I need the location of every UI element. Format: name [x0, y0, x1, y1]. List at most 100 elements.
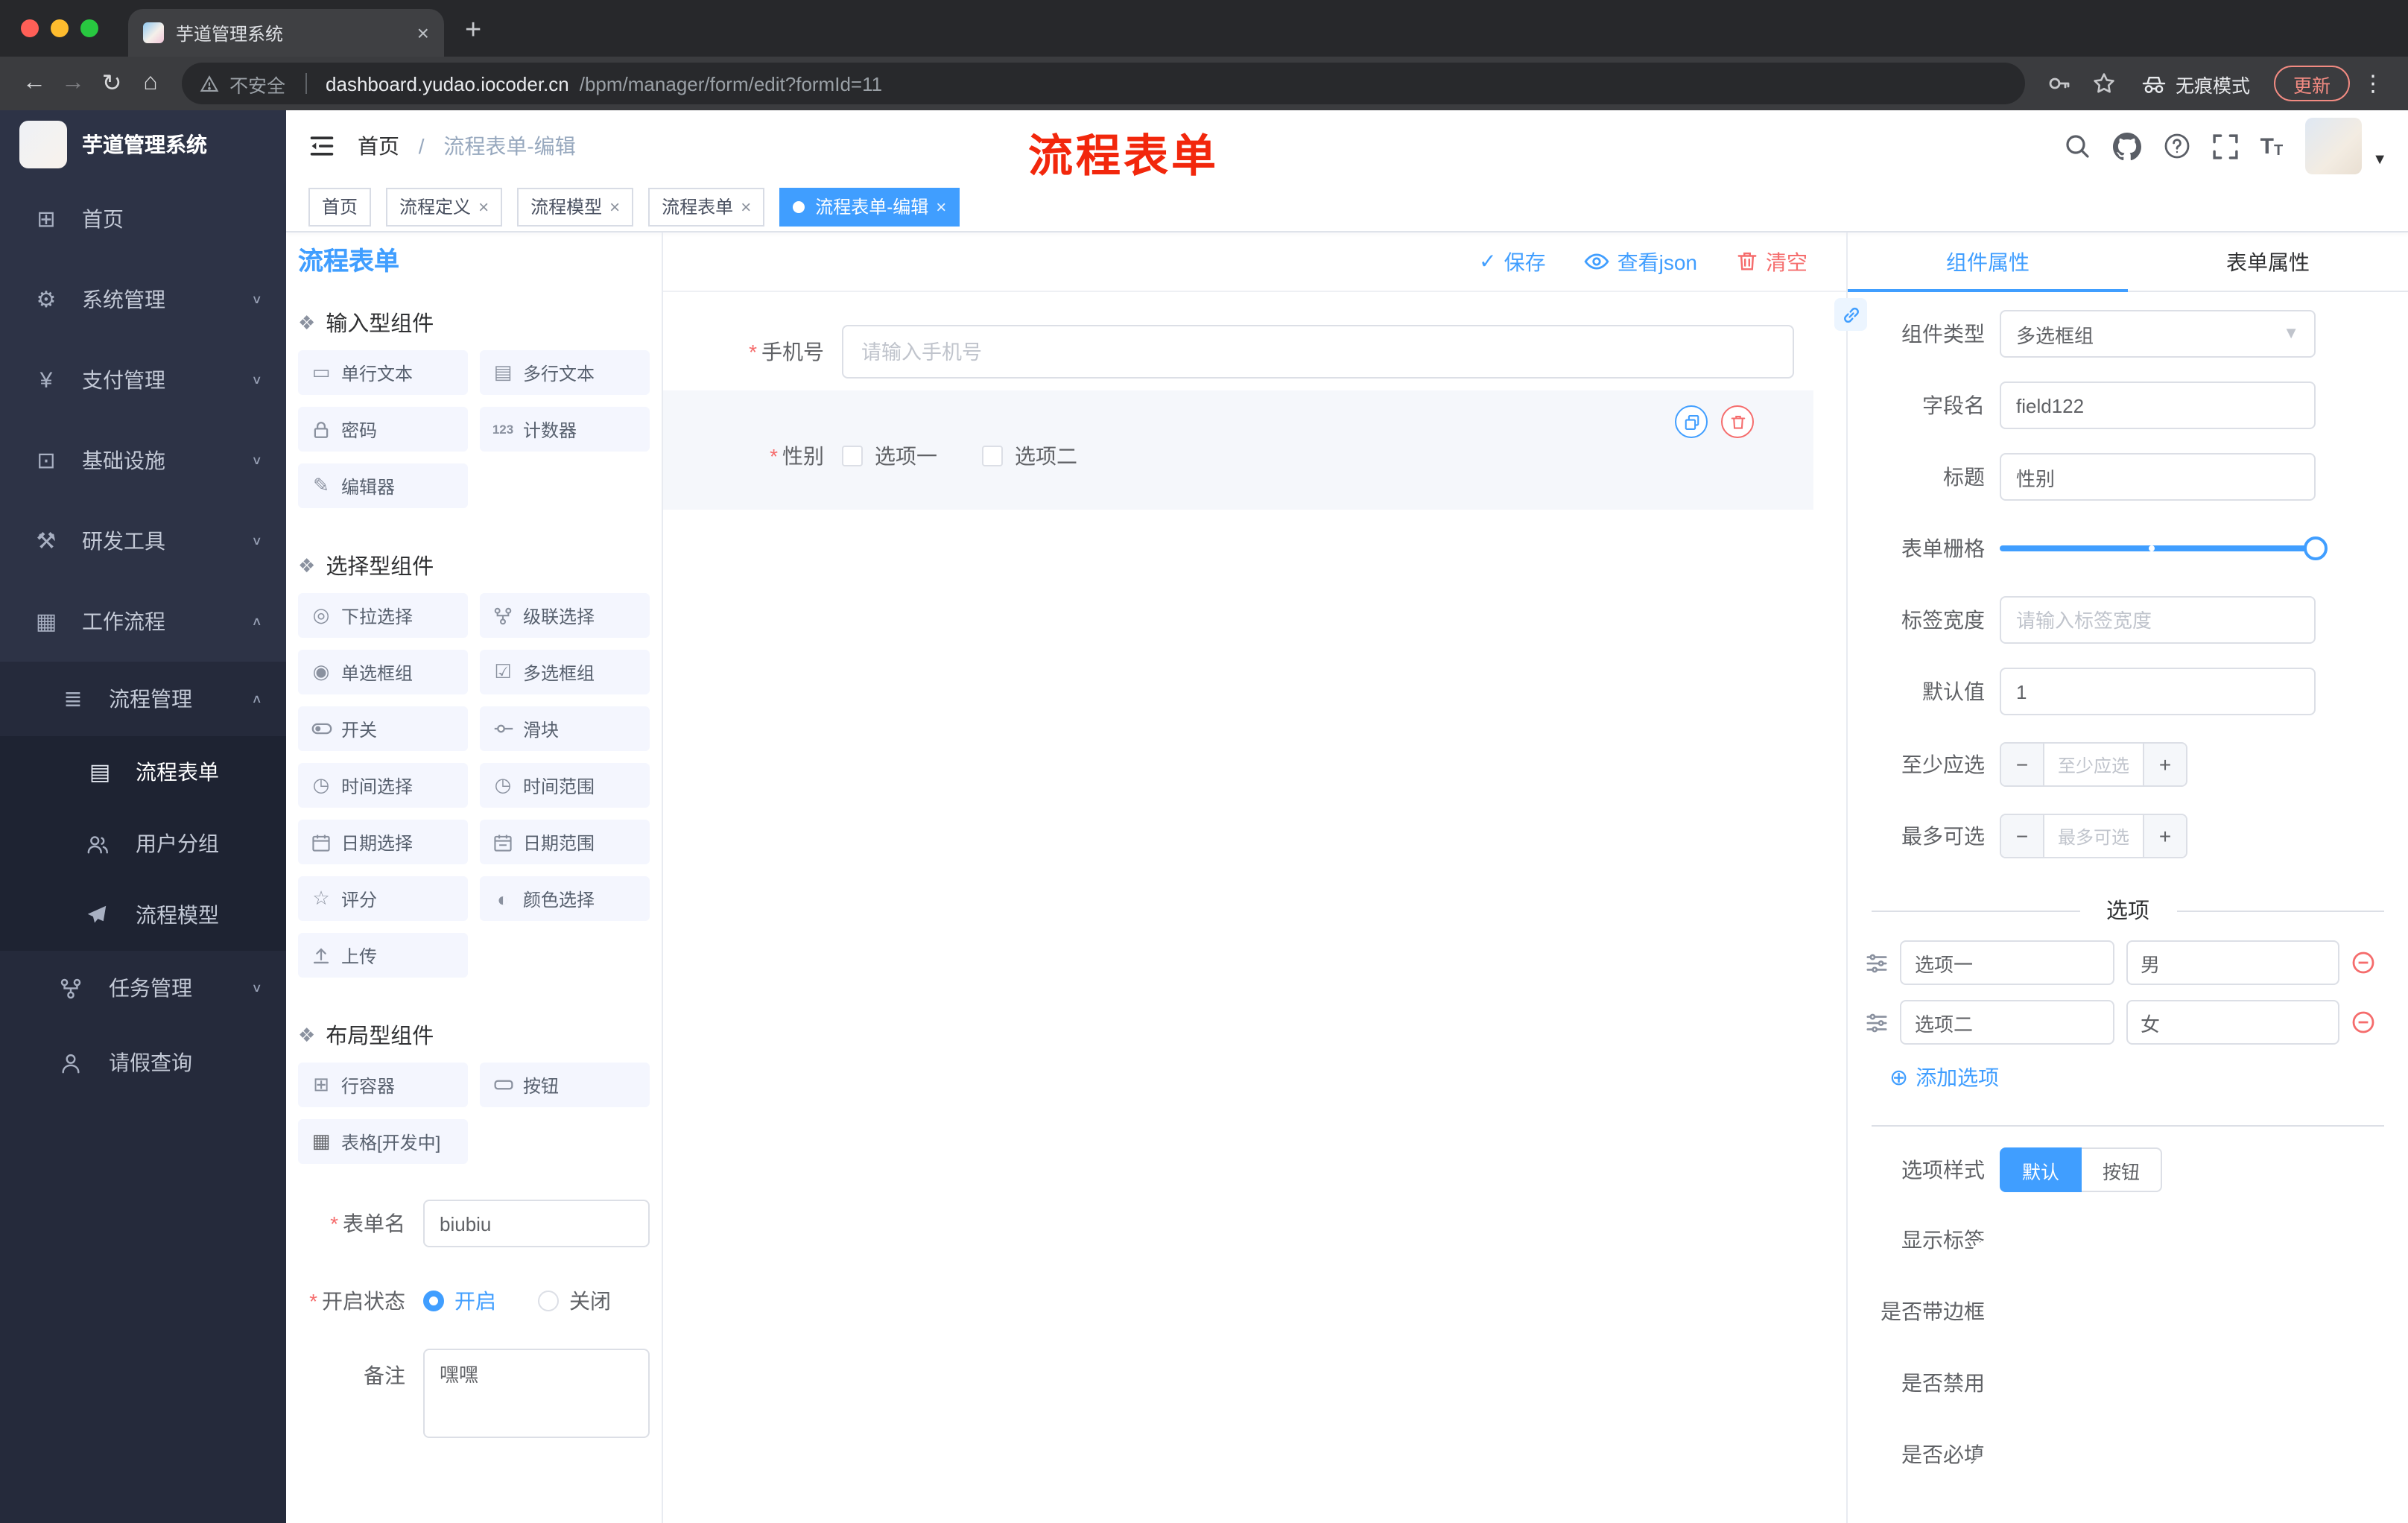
sidebar-item-task-mgmt[interactable]: 任务管理 ∨: [0, 951, 286, 1025]
remove-option-button[interactable]: [2351, 1010, 2375, 1034]
palette-item-multi-line-text[interactable]: ▤ 多行文本: [480, 350, 650, 395]
palette-item-date-range[interactable]: 日期范围: [480, 820, 650, 864]
sidebar-item-process-mgmt[interactable]: ≣ 流程管理 ∧: [0, 662, 286, 736]
sidebar-item-home[interactable]: ⊞ 首页: [0, 179, 286, 259]
clear-button[interactable]: 清空: [1736, 247, 1807, 276]
palette-item-switch[interactable]: 开关: [298, 706, 468, 751]
option-label-input[interactable]: [1900, 1000, 2114, 1045]
browser-tab[interactable]: 芋道管理系统 ×: [128, 9, 444, 57]
status-radio-on[interactable]: 开启: [423, 1286, 496, 1316]
palette-item-radio-group[interactable]: ◉ 单选框组: [298, 650, 468, 694]
palette-item-upload[interactable]: 上传: [298, 933, 468, 978]
slider-handle[interactable]: [2304, 536, 2328, 560]
save-button[interactable]: ✓ 保存: [1479, 247, 1545, 276]
minus-button[interactable]: −: [2001, 744, 2043, 785]
sidebar-logo[interactable]: 芋道管理系统: [0, 110, 286, 179]
tag-process-model[interactable]: 流程模型 ×: [517, 187, 634, 226]
gender-checkbox-option2[interactable]: 选项二: [982, 441, 1077, 471]
sidebar-item-process-form[interactable]: ▤ 流程表单: [0, 736, 286, 808]
tab-component-props[interactable]: 组件属性: [1848, 232, 2128, 291]
tab-form-props[interactable]: 表单属性: [2128, 232, 2408, 291]
palette-item-counter[interactable]: 123 计数器: [480, 407, 650, 452]
form-name-input[interactable]: [423, 1200, 650, 1247]
plus-button[interactable]: +: [2144, 815, 2186, 857]
style-default-button[interactable]: 默认: [2000, 1147, 2082, 1192]
plus-button[interactable]: +: [2144, 744, 2186, 785]
phone-input[interactable]: [842, 325, 1794, 379]
sidebar-item-infra[interactable]: ⊡ 基础设施 ∨: [0, 420, 286, 501]
tag-process-form[interactable]: 流程表单 ×: [648, 187, 765, 226]
canvas-field-phone[interactable]: * 手机号: [663, 325, 1794, 379]
max-select-value[interactable]: 最多可选: [2043, 815, 2144, 857]
sidebar-item-user-group[interactable]: 用户分组: [0, 808, 286, 879]
password-key-icon[interactable]: [2047, 72, 2071, 95]
link-icon[interactable]: [1834, 298, 1867, 331]
sidebar-item-workflow[interactable]: ▦ 工作流程 ∧: [0, 581, 286, 662]
add-option-button[interactable]: ⊕ 添加选项: [1889, 1063, 2408, 1092]
status-radio-off[interactable]: 关闭: [538, 1286, 611, 1316]
delete-component-button[interactable]: [1721, 405, 1754, 438]
style-button-button[interactable]: 按钮: [2082, 1147, 2163, 1192]
option-value-input[interactable]: [2126, 940, 2339, 985]
tag-process-definition[interactable]: 流程定义 ×: [386, 187, 503, 226]
fullscreen-icon[interactable]: [2213, 133, 2238, 159]
tag-home[interactable]: 首页: [308, 187, 372, 226]
palette-item-rate[interactable]: ☆ 评分: [298, 876, 468, 921]
close-icon[interactable]: ×: [478, 196, 489, 217]
close-icon[interactable]: ×: [936, 196, 946, 217]
default-value-input[interactable]: [2000, 668, 2316, 715]
minus-button[interactable]: −: [2001, 815, 2043, 857]
option-label-input[interactable]: [1900, 940, 2114, 985]
field-name-input[interactable]: [2000, 381, 2316, 429]
palette-item-password[interactable]: 密码: [298, 407, 468, 452]
drag-handle-icon[interactable]: [1866, 952, 1888, 974]
close-icon[interactable]: ×: [741, 196, 751, 217]
title-input[interactable]: [2000, 453, 2316, 501]
hamburger-icon[interactable]: [286, 133, 358, 159]
close-icon[interactable]: ×: [609, 196, 620, 217]
sidebar-item-leave-query[interactable]: 请假查询: [0, 1025, 286, 1100]
github-icon[interactable]: [2112, 132, 2141, 160]
sidebar-item-devtools[interactable]: ⚒ 研发工具 ∨: [0, 501, 286, 581]
palette-item-editor[interactable]: ✎ 编辑器: [298, 463, 468, 508]
palette-item-row-container[interactable]: ⊞ 行容器: [298, 1063, 468, 1107]
browser-update-button[interactable]: 更新: [2273, 66, 2350, 101]
label-width-input[interactable]: [2000, 596, 2316, 644]
reload-button[interactable]: ↻: [92, 64, 131, 103]
drag-handle-icon[interactable]: [1866, 1011, 1888, 1033]
gender-checkbox-option1[interactable]: 选项一: [842, 441, 937, 471]
palette-item-select[interactable]: ◎ 下拉选择: [298, 593, 468, 638]
forward-button[interactable]: →: [54, 64, 92, 103]
search-icon[interactable]: [2064, 133, 2091, 159]
caret-down-icon[interactable]: ▼: [2372, 152, 2387, 168]
window-close-button[interactable]: [21, 19, 39, 37]
form-grid-slider[interactable]: [2000, 525, 2328, 572]
option-value-input[interactable]: [2126, 1000, 2339, 1045]
breadcrumb-home[interactable]: 首页: [358, 134, 399, 158]
palette-item-button[interactable]: 按钮: [480, 1063, 650, 1107]
remove-option-button[interactable]: [2351, 951, 2375, 975]
sidebar-item-process-model[interactable]: 流程模型: [0, 879, 286, 951]
avatar[interactable]: [2305, 118, 2363, 174]
palette-item-table[interactable]: ▦ 表格[开发中]: [298, 1119, 468, 1164]
remark-textarea[interactable]: 嘿嘿: [423, 1349, 650, 1438]
canvas-field-gender-selected[interactable]: * 性别 选项一 选项二: [663, 390, 1813, 510]
palette-item-checkbox-group[interactable]: ☑ 多选框组: [480, 650, 650, 694]
help-icon[interactable]: [2164, 133, 2190, 159]
copy-component-button[interactable]: [1675, 405, 1708, 438]
slider-track[interactable]: [2000, 536, 2328, 560]
window-zoom-button[interactable]: [80, 19, 98, 37]
palette-item-date-picker[interactable]: 日期选择: [298, 820, 468, 864]
tag-process-form-edit[interactable]: 流程表单-编辑 ×: [779, 187, 960, 226]
min-select-value[interactable]: 至少应选: [2043, 744, 2144, 785]
palette-item-single-line-text[interactable]: ▭ 单行文本: [298, 350, 468, 395]
window-minimize-button[interactable]: [51, 19, 69, 37]
address-bar[interactable]: 不安全 dashboard.yudao.iocoder.cn/bpm/manag…: [182, 63, 2025, 104]
sidebar-item-payment[interactable]: ¥ 支付管理 ∨: [0, 340, 286, 420]
palette-item-color-picker[interactable]: ◐ 颜色选择: [480, 876, 650, 921]
view-json-button[interactable]: 查看json: [1585, 247, 1697, 276]
palette-item-time-picker[interactable]: ◷ 时间选择: [298, 763, 468, 808]
palette-item-cascader[interactable]: 级联选择: [480, 593, 650, 638]
home-button[interactable]: ⌂: [131, 64, 170, 103]
font-size-icon[interactable]: TT: [2260, 133, 2284, 159]
